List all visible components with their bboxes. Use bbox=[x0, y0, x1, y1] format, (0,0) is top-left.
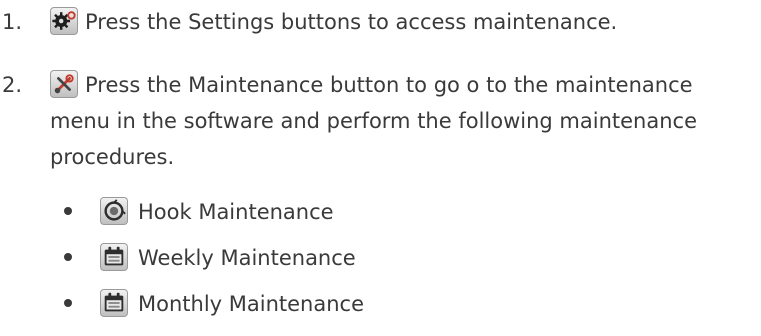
step-number: 1. bbox=[2, 10, 23, 34]
procedure-item: Weekly Maintenance bbox=[64, 240, 356, 276]
procedure-label: Weekly Maintenance bbox=[138, 246, 356, 270]
settings-icon bbox=[50, 7, 78, 35]
procedure-item: Hook Maintenance bbox=[64, 194, 334, 230]
monthly-calendar-icon bbox=[100, 289, 128, 317]
procedure-item: Monthly Maintenance bbox=[64, 286, 364, 322]
procedure-label: Monthly Maintenance bbox=[138, 292, 364, 316]
bullet-icon bbox=[64, 299, 72, 307]
step-body: Press the Settings buttons to access mai… bbox=[50, 4, 753, 40]
step-number: 2. bbox=[2, 73, 23, 97]
bullet-icon bbox=[64, 207, 72, 215]
maintenance-icon bbox=[50, 70, 78, 98]
weekly-calendar-icon bbox=[100, 243, 128, 271]
hook-maintenance-icon bbox=[100, 197, 128, 225]
step-body: Press the Maintenance button to go o to … bbox=[50, 67, 753, 175]
step-text: Press the Maintenance button to go o to … bbox=[50, 73, 697, 169]
bullet-icon bbox=[64, 253, 72, 261]
procedure-label: Hook Maintenance bbox=[138, 200, 334, 224]
step-text: Press the Settings buttons to access mai… bbox=[85, 10, 618, 34]
